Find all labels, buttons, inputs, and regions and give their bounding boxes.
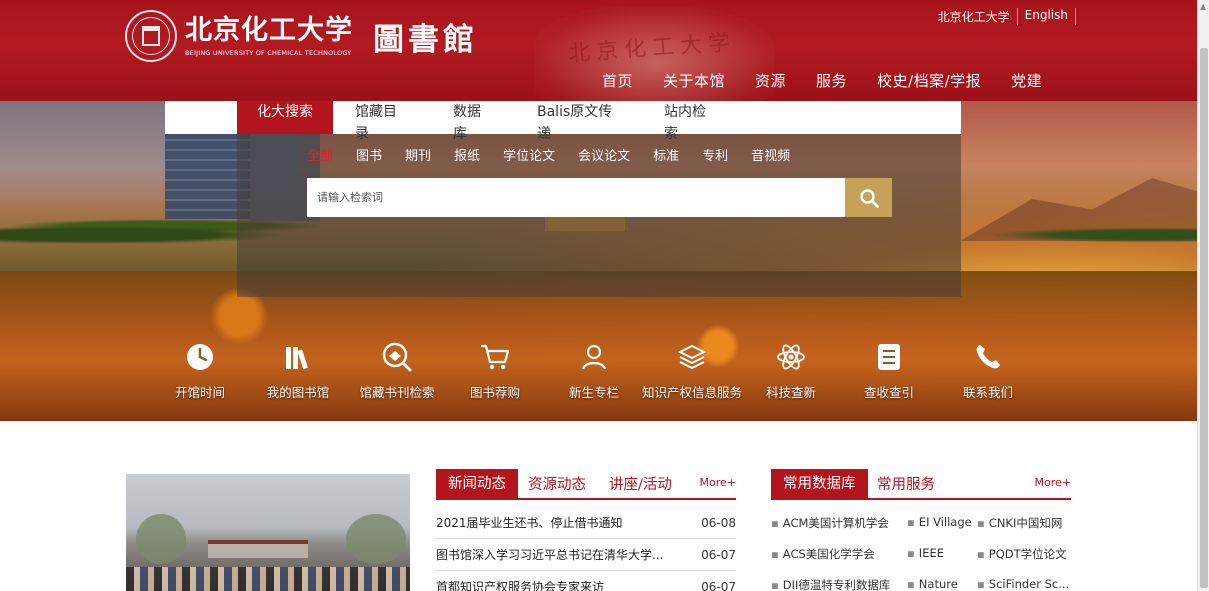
quick-ip-service[interactable]: 知识产权信息服务 <box>642 340 742 401</box>
page: 北京化工大学 北京化工大学 BEIJING UNIVERSITY OF CHEM… <box>0 0 1209 591</box>
quick-catalog-search[interactable]: 馆藏书刊检索 <box>347 340 447 401</box>
document-icon <box>878 344 900 370</box>
category-newspapers[interactable]: 报纸 <box>454 145 480 164</box>
database-tabs: 常用数据库 常用服务 More+ <box>771 469 1071 500</box>
quick-contact-us[interactable]: 联系我们 <box>938 340 1038 401</box>
tab-news[interactable]: 新闻动态 <box>436 469 518 498</box>
search-input[interactable]: 请输入检索词 <box>307 178 845 217</box>
databases-more-link[interactable]: More+ <box>1035 476 1072 489</box>
database-link[interactable]: ▪ ACM美国计算机学会 <box>771 515 889 531</box>
logo-chinese-name: 北京化工大学 <box>185 15 353 46</box>
scroll-up-icon[interactable]: ▲ <box>1200 2 1206 11</box>
quick-freshman[interactable]: 新生专栏 <box>544 340 644 401</box>
scrollbar-thumb[interactable] <box>1200 48 1208 588</box>
cart-icon <box>481 344 510 370</box>
database-link[interactable]: ▪ CNKI中国知网 <box>977 515 1062 531</box>
nav-home[interactable]: 首页 <box>602 70 633 91</box>
category-theses[interactable]: 学位论文 <box>503 145 555 164</box>
site-header: 北京化工大学 北京化工大学 BEIJING UNIVERSITY OF CHEM… <box>0 0 1197 101</box>
database-link[interactable]: ▪ DII德温特专利数据库 <box>771 577 890 591</box>
nav-party[interactable]: 党建 <box>1011 70 1042 91</box>
database-link[interactable]: ▪ PQDT学位论文 <box>977 546 1067 562</box>
logo-english-name: BEIJING UNIVERSITY OF CHEMICAL TECHNOLOG… <box>185 49 352 57</box>
university-seal-icon <box>125 10 177 62</box>
tab-catalog[interactable]: 馆藏目录 <box>333 101 431 142</box>
nav-about[interactable]: 关于本馆 <box>663 70 725 91</box>
tab-database[interactable]: 数据库 <box>431 101 515 142</box>
nav-services[interactable]: 服务 <box>816 70 847 91</box>
clock-icon <box>187 344 213 370</box>
tab-common-services[interactable]: 常用服务 <box>877 469 935 502</box>
user-icon <box>581 344 607 370</box>
atom-icon <box>777 344 805 370</box>
photo-group-people <box>126 567 410 591</box>
tab-site-search[interactable]: 站内检索 <box>642 101 734 142</box>
top-links: 北京化工大学 English <box>931 8 1076 25</box>
tab-common-databases[interactable]: 常用数据库 <box>771 469 868 498</box>
search-icon <box>859 188 879 208</box>
main-nav: 首页 关于本馆 资源 服务 校史/档案/学报 党建 <box>602 70 1072 91</box>
news-photo[interactable] <box>126 474 410 591</box>
list-item[interactable]: 图书馆深入学习习近平总书记在清华大学... 06-07 <box>436 539 736 571</box>
list-item[interactable]: 首都知识产权服务协会专家来访 06-07 <box>436 571 736 591</box>
database-link[interactable]: ▪ Nature <box>907 577 958 591</box>
tab-resource-news[interactable]: 资源动态 <box>528 469 586 502</box>
category-conference[interactable]: 会议论文 <box>578 145 630 164</box>
quick-citation-check[interactable]: 查收查引 <box>839 340 939 401</box>
news-tabs: 新闻动态 资源动态 讲座/活动 More+ <box>436 469 736 500</box>
category-av[interactable]: 音视频 <box>751 145 790 164</box>
database-link[interactable]: ▪ EI Village <box>907 515 972 529</box>
quick-novelty-search[interactable]: 科技查新 <box>741 340 841 401</box>
nav-history-archives[interactable]: 校史/档案/学报 <box>877 70 981 91</box>
category-books[interactable]: 图书 <box>356 145 382 164</box>
university-home-link[interactable]: 北京化工大学 <box>931 8 1018 25</box>
category-all[interactable]: 全部 <box>307 145 333 164</box>
layers-icon <box>677 344 707 370</box>
tab-lectures[interactable]: 讲座/活动 <box>609 469 672 502</box>
tab-balis[interactable]: Balis原文传递 <box>515 101 642 142</box>
news-list: 2021届毕业生还书、停止借书通知 06-08 图书馆深入学习习近平总书记在清华… <box>436 507 736 591</box>
page-scrollbar[interactable]: ▲ <box>1197 0 1209 591</box>
tab-bjut-search[interactable]: 化大搜索 <box>237 101 333 134</box>
search-categories: 全部 图书 期刊 报纸 学位论文 会议论文 标准 专利 音视频 <box>307 145 813 164</box>
category-standards[interactable]: 标准 <box>653 145 679 164</box>
category-patents[interactable]: 专利 <box>702 145 728 164</box>
search-button[interactable] <box>845 178 892 217</box>
list-item[interactable]: 2021届毕业生还书、停止借书通知 06-08 <box>436 507 736 539</box>
category-journals[interactable]: 期刊 <box>405 145 431 164</box>
quick-book-recommend[interactable]: 图书荐购 <box>445 340 545 401</box>
books-icon <box>286 347 308 370</box>
photo-gate <box>208 540 308 558</box>
university-logo[interactable]: 北京化工大学 BEIJING UNIVERSITY OF CHEMICAL TE… <box>125 10 478 62</box>
database-link[interactable]: ▪ IEEE <box>907 546 944 560</box>
quick-opening-hours[interactable]: 开馆时间 <box>150 340 250 401</box>
book-search-icon <box>382 342 412 372</box>
search-tabs: 化大搜索 馆藏目录 数据库 Balis原文传递 站内检索 <box>237 101 961 142</box>
nav-resources[interactable]: 资源 <box>755 70 786 91</box>
database-link[interactable]: ▪ ACS美国化学学会 <box>771 546 875 562</box>
quick-my-library[interactable]: 我的图书馆 <box>248 340 348 401</box>
database-link[interactable]: ▪ SciFinder Sc... <box>977 577 1069 591</box>
news-more-link[interactable]: More+ <box>700 476 737 489</box>
phone-icon <box>976 345 1000 369</box>
library-title: 圖書館 <box>373 21 478 58</box>
english-link[interactable]: English <box>1018 8 1076 25</box>
